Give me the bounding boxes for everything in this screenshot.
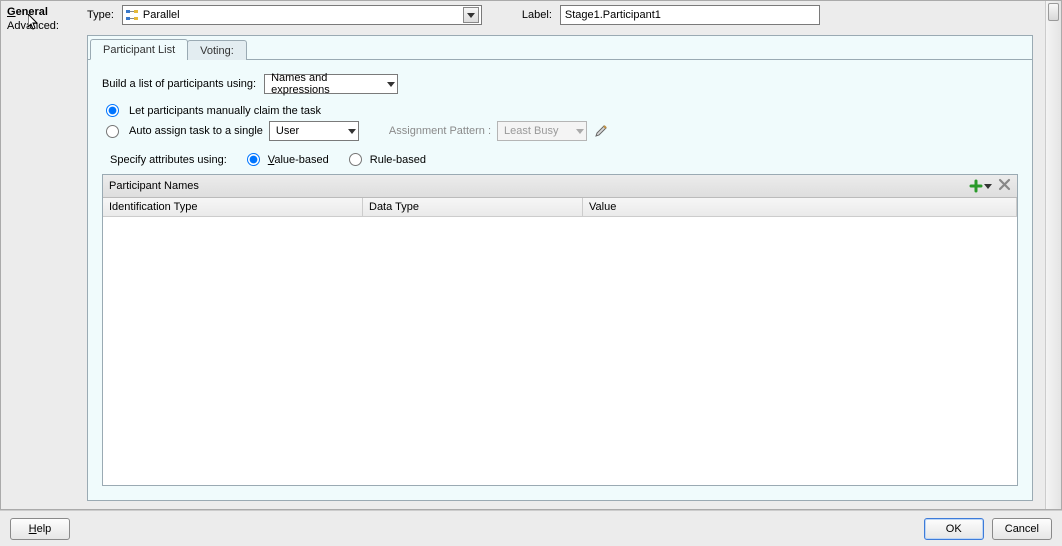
radio-rule-based[interactable] [349, 153, 362, 166]
footer: Help OK Cancel [0, 510, 1062, 546]
type-dropdown[interactable]: Parallel [122, 5, 482, 25]
label-input[interactable] [560, 5, 820, 25]
help-button[interactable]: Help [10, 518, 70, 540]
tab-voting[interactable]: Voting: [187, 40, 247, 60]
scrollbar-thumb[interactable] [1048, 3, 1059, 21]
pattern-dropdown: Least Busy [497, 121, 587, 141]
radio-value-based-label: Value-based [268, 154, 329, 166]
add-row-button[interactable] [969, 179, 992, 193]
type-value: Parallel [143, 9, 459, 21]
radio-manual-claim[interactable] [106, 104, 119, 117]
tab-participant-list[interactable]: Participant List [90, 39, 188, 60]
grid-header: Identification Type Data Type Value [103, 198, 1017, 217]
radio-value-based[interactable] [247, 153, 260, 166]
pattern-value: Least Busy [504, 125, 558, 137]
radio-rule-based-label: Rule-based [370, 154, 426, 166]
ok-button[interactable]: OK [924, 518, 984, 540]
grid-body[interactable] [103, 217, 1017, 485]
sidebar-item-general[interactable]: General [7, 5, 81, 19]
cancel-button[interactable]: Cancel [992, 518, 1052, 540]
sidebar-item-general-rest: eneral [16, 6, 48, 18]
radio-auto-assign[interactable] [106, 125, 119, 138]
grid-title: Participant Names [109, 180, 199, 192]
chevron-down-icon [984, 184, 992, 189]
main-panel: Type: Parallel Label: Participant List V… [87, 1, 1061, 509]
type-label: Type: [87, 9, 114, 21]
parallel-icon [125, 8, 139, 22]
vertical-scrollbar[interactable] [1045, 1, 1061, 509]
col-data-type[interactable]: Data Type [363, 198, 583, 216]
build-prompt: Build a list of participants using: [102, 78, 256, 90]
sidebar-item-advanced[interactable]: Advanced: [7, 19, 81, 33]
tab-bar: Participant List Voting: [88, 36, 1032, 60]
chevron-down-icon [463, 7, 479, 23]
delete-row-button[interactable] [998, 178, 1011, 194]
participant-names-grid: Participant Names Identificat [102, 174, 1018, 486]
col-identification-type[interactable]: Identification Type [103, 198, 363, 216]
col-value[interactable]: Value [583, 198, 1017, 216]
radio-manual-label: Let participants manually claim the task [129, 105, 321, 117]
attrs-prompt: Specify attributes using: [110, 154, 227, 166]
tab-container: Participant List Voting: Build a list of… [87, 35, 1033, 501]
sidebar: General Advanced: [1, 1, 87, 509]
chevron-down-icon [348, 129, 356, 134]
chevron-down-icon [576, 129, 584, 134]
chevron-down-icon [387, 82, 395, 87]
label-label: Label: [522, 9, 552, 21]
edit-pattern-icon[interactable] [593, 123, 609, 139]
pattern-label: Assignment Pattern : [389, 125, 491, 137]
tab-content: Build a list of participants using: Name… [88, 60, 1032, 500]
build-dropdown[interactable]: Names and expressions [264, 74, 398, 94]
single-value: User [276, 125, 299, 137]
build-value: Names and expressions [271, 72, 381, 96]
radio-auto-label: Auto assign task to a single [129, 125, 263, 137]
single-dropdown[interactable]: User [269, 121, 359, 141]
